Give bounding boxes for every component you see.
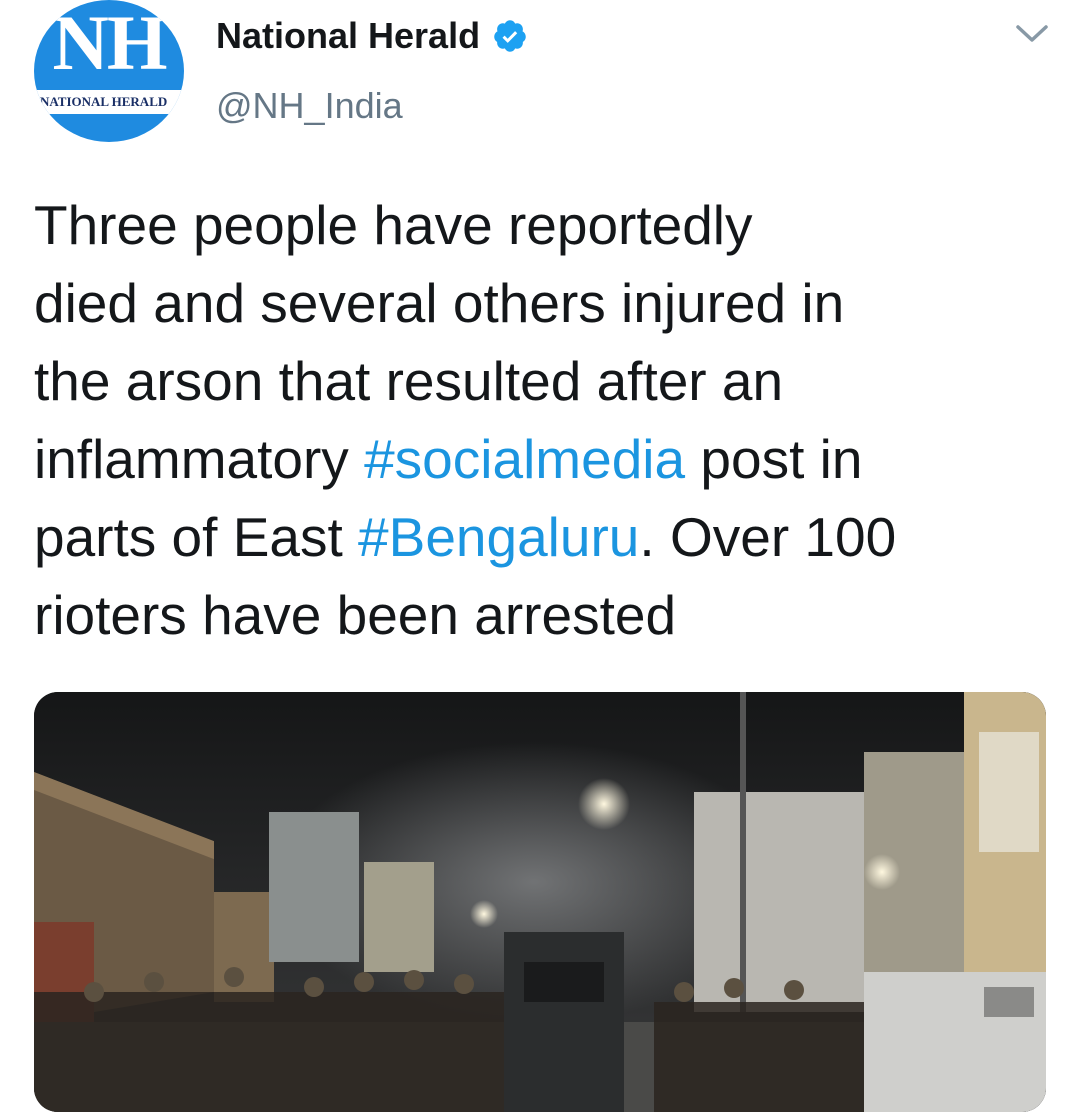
tweet-text-segment: rioters have been arrested	[34, 584, 677, 646]
chevron-down-icon[interactable]	[1014, 22, 1050, 46]
tweet-text-line: inflammatory #socialmedia post in	[34, 420, 1034, 498]
tweet-text-line: died and several others injured in	[34, 264, 1034, 342]
tweet-text-line: the arson that resulted after an	[34, 342, 1034, 420]
display-name[interactable]: National Herald	[216, 14, 480, 58]
tweet-text-segment: . Over 100	[639, 506, 897, 568]
hashtag-link[interactable]: #Bengaluru	[358, 506, 639, 568]
tweet: NH NATIONAL HERALD National Herald @NH_I…	[0, 0, 1080, 1112]
tweet-text-segment: parts of East	[34, 506, 359, 568]
tweet-text-segment: the arson that resulted after an	[34, 350, 784, 412]
avatar-logo-letters: NH	[52, 0, 168, 86]
night-street-photo	[34, 692, 1046, 1112]
tweet-text-line: rioters have been arrested	[34, 576, 1034, 654]
tweet-text-segment: Three people have reportedly	[34, 194, 753, 256]
user-handle[interactable]: @NH_India	[216, 84, 403, 128]
tweet-text-line: parts of East #Bengaluru. Over 100	[34, 498, 1034, 576]
tweet-text-line: Three people have reportedly	[34, 186, 1034, 264]
author-name-row[interactable]: National Herald	[216, 14, 528, 58]
tweet-text: Three people have reportedly died and sev…	[34, 186, 1034, 654]
avatar[interactable]: NH NATIONAL HERALD	[34, 0, 184, 142]
tweet-text-segment: post in	[685, 428, 863, 490]
verified-badge-icon	[494, 20, 526, 52]
tweet-media-photo[interactable]	[34, 692, 1046, 1112]
hashtag-link[interactable]: #socialmedia	[364, 428, 685, 490]
tweet-text-segment: died and several others injured in	[34, 272, 845, 334]
avatar-logo-strip-text: NATIONAL HERALD	[40, 95, 168, 109]
tweet-text-segment: inflammatory	[34, 428, 365, 490]
